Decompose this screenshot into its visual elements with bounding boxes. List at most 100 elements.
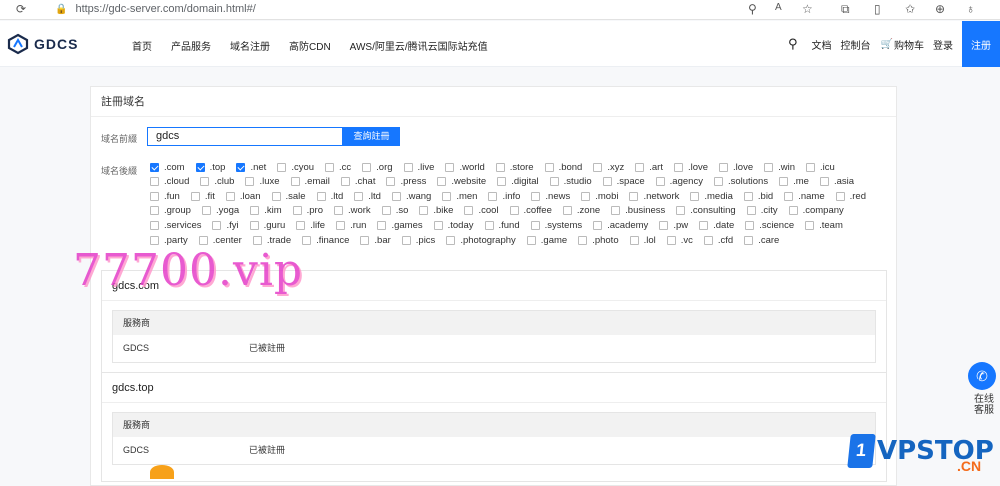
tld-checkbox[interactable] — [805, 220, 815, 230]
tld-checkbox[interactable] — [602, 177, 612, 187]
tld-option[interactable]: .run — [336, 218, 366, 232]
tld-option[interactable]: .fund — [484, 218, 520, 232]
tld-checkbox[interactable] — [530, 220, 540, 230]
tld-checkbox[interactable] — [333, 206, 343, 216]
tld-checkbox[interactable] — [437, 177, 447, 187]
tld-option[interactable]: .today — [433, 218, 474, 232]
tld-checkbox[interactable] — [699, 220, 709, 230]
tld-option[interactable]: .cloud — [150, 175, 189, 189]
tld-option[interactable]: .kim — [250, 204, 282, 218]
register-button[interactable]: 注册 — [962, 21, 1000, 67]
tld-option[interactable]: .company — [788, 204, 844, 218]
tld-option[interactable]: .pics — [401, 233, 435, 247]
tld-checkbox[interactable] — [150, 235, 159, 245]
tld-checkbox[interactable] — [386, 177, 396, 187]
tld-option[interactable]: .games — [377, 218, 423, 232]
tld-checkbox[interactable] — [835, 191, 845, 201]
tld-checkbox[interactable] — [488, 191, 498, 201]
tld-checkbox[interactable] — [316, 191, 326, 201]
nav-products[interactable]: 产品服务 — [171, 38, 211, 53]
tld-option[interactable]: .coffee — [509, 204, 552, 218]
tld-checkbox[interactable] — [150, 206, 159, 216]
tld-checkbox[interactable] — [290, 177, 300, 187]
tld-option[interactable]: .agency — [655, 175, 703, 189]
tld-checkbox[interactable] — [201, 206, 211, 216]
tld-checkbox[interactable] — [484, 220, 494, 230]
tld-checkbox[interactable] — [362, 162, 372, 172]
tld-option[interactable]: .bike — [419, 204, 453, 218]
tld-option[interactable]: .love — [719, 160, 753, 174]
site-logo[interactable]: GDCS — [7, 33, 78, 55]
split-screen-icon[interactable]: ▯ — [874, 2, 881, 16]
cart-icon[interactable]: 🛒 — [881, 39, 893, 50]
tld-checkbox[interactable] — [150, 220, 159, 230]
console-link[interactable]: 控制台 — [841, 37, 871, 52]
tld-option[interactable]: .game — [526, 233, 567, 247]
tld-option[interactable]: .photo — [578, 233, 619, 247]
tld-option[interactable]: .media — [690, 189, 733, 203]
tld-checkbox[interactable] — [325, 162, 335, 172]
tld-option[interactable]: .life — [296, 218, 325, 232]
profile-icon[interactable]: ♁ — [966, 2, 975, 16]
tld-checkbox[interactable] — [292, 206, 302, 216]
tld-option[interactable]: .loan — [225, 189, 261, 203]
tld-option[interactable]: .city — [746, 204, 778, 218]
tld-option[interactable]: .news — [531, 189, 570, 203]
favorites-icon[interactable]: ✩ — [905, 2, 915, 16]
docs-link[interactable]: 文档 — [812, 37, 832, 52]
tld-checkbox[interactable] — [360, 235, 370, 245]
tld-checkbox[interactable] — [446, 235, 456, 245]
tld-checkbox[interactable] — [198, 235, 208, 245]
tld-option[interactable]: .info — [488, 189, 520, 203]
tld-option[interactable]: .me — [779, 175, 809, 189]
tld-option[interactable]: .science — [745, 218, 794, 232]
tld-option[interactable]: .work — [333, 204, 371, 218]
tld-checkbox[interactable] — [245, 177, 255, 187]
tld-option[interactable]: .vc — [666, 233, 693, 247]
tld-option[interactable]: .space — [602, 175, 645, 189]
tld-checkbox[interactable] — [703, 235, 713, 245]
tld-option[interactable]: .date — [699, 218, 734, 232]
tld-option[interactable]: .name — [784, 189, 825, 203]
tld-option[interactable]: .studio — [549, 175, 592, 189]
tld-checkbox[interactable] — [806, 162, 816, 172]
tld-option[interactable]: .press — [386, 175, 426, 189]
tld-option[interactable]: .group — [150, 204, 191, 218]
tld-option[interactable]: .art — [635, 160, 663, 174]
login-link[interactable]: 登录 — [933, 37, 953, 52]
zoom-icon[interactable]: ⚲ — [748, 2, 757, 16]
tld-option[interactable]: .asia — [819, 175, 854, 189]
tld-checkbox[interactable] — [746, 206, 756, 216]
search-register-button[interactable]: 查詢註冊 — [343, 127, 400, 146]
tld-option[interactable]: .academy — [593, 218, 648, 232]
tld-checkbox[interactable] — [403, 162, 413, 172]
tld-checkbox[interactable] — [629, 235, 639, 245]
tld-checkbox[interactable] — [673, 162, 683, 172]
tld-checkbox[interactable] — [743, 191, 753, 201]
tld-checkbox[interactable] — [526, 235, 536, 245]
tld-checkbox[interactable] — [249, 220, 259, 230]
tld-option[interactable]: .yoga — [201, 204, 239, 218]
tld-checkbox[interactable] — [562, 206, 572, 216]
tld-option[interactable]: .mobi — [581, 189, 618, 203]
tld-option[interactable]: .zone — [562, 204, 600, 218]
nav-home[interactable]: 首页 — [132, 38, 152, 53]
search-icon[interactable]: ⚲ — [788, 36, 798, 52]
nav-cloud-topup[interactable]: AWS/阿里云/腾讯云国际站充值 — [350, 38, 488, 53]
tld-checkbox[interactable] — [302, 235, 312, 245]
tld-option[interactable]: .cc — [325, 160, 351, 174]
tld-option[interactable]: .com — [150, 160, 185, 174]
tld-checkbox[interactable] — [788, 206, 798, 216]
tld-option[interactable]: .website — [437, 175, 486, 189]
extensions-icon[interactable]: ⧉ — [841, 2, 850, 17]
tld-checkbox[interactable] — [655, 177, 665, 187]
tld-checkbox[interactable] — [401, 235, 411, 245]
tld-option[interactable]: .ltd — [354, 189, 381, 203]
tld-checkbox[interactable] — [150, 191, 159, 201]
reload-icon[interactable]: ⟳ — [16, 2, 26, 16]
tld-option[interactable]: .fun — [150, 189, 180, 203]
tld-checkbox[interactable] — [495, 162, 505, 172]
tld-checkbox[interactable] — [497, 177, 507, 187]
tld-option[interactable]: .bond — [544, 160, 582, 174]
tld-option[interactable]: .photography — [446, 233, 516, 247]
